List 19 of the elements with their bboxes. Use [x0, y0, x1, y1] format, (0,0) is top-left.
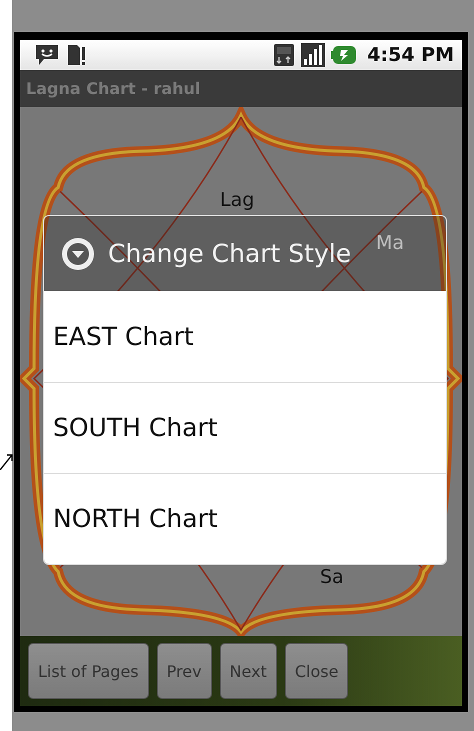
sd-card-alert-icon	[66, 43, 86, 67]
clock-time: 4:54 PM	[367, 44, 454, 66]
chart-style-option[interactable]: SOUTH Chart	[44, 382, 446, 474]
chart-house-label: Ma	[376, 232, 404, 254]
nav-button[interactable]: Next	[220, 643, 277, 699]
chart-style-option[interactable]: NORTH Chart	[44, 474, 446, 564]
window-title: Lagna Chart - rahul	[20, 70, 462, 107]
nav-button[interactable]: Prev	[156, 643, 212, 699]
nav-button[interactable]: Close	[284, 643, 348, 699]
dropdown-circle-icon	[60, 236, 96, 272]
battery-icon	[331, 45, 358, 65]
3g-data-icon	[273, 43, 296, 67]
dialog-title: Change Chart Style	[108, 239, 352, 268]
signal-icon	[301, 43, 326, 67]
message-icon	[34, 43, 60, 67]
chart-style-option[interactable]: EAST Chart	[44, 291, 446, 383]
chart-house-label: Lag	[220, 189, 254, 211]
chart-house-label: Sa	[320, 566, 344, 588]
nav-button[interactable]: List of Pages	[28, 643, 149, 699]
